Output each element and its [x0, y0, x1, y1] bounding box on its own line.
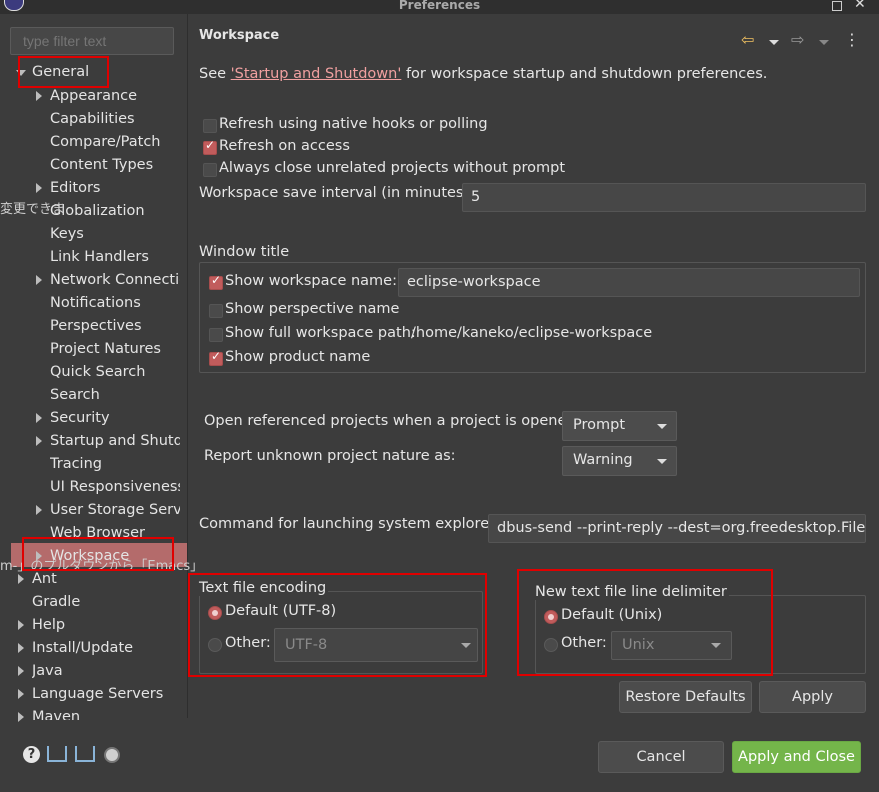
explorer-command-input[interactable]: dbus-send --print-reply --dest=org.freed… — [488, 514, 866, 543]
export-icon[interactable] — [75, 746, 95, 762]
tree-item-general-child[interactable]: Quick Search — [50, 362, 180, 382]
more-menu-icon[interactable]: ⋮ — [844, 30, 860, 49]
intro-text: See 'Startup and Shutdown' for workspace… — [199, 66, 768, 82]
cancel-button[interactable]: Cancel — [598, 741, 724, 773]
expand-right-icon[interactable] — [18, 643, 24, 653]
refresh-native-label: Refresh using native hooks or polling — [219, 116, 488, 132]
tree-item-top-level[interactable]: Maven — [32, 707, 182, 720]
close-unrelated-label: Always close unrelated projects without … — [219, 160, 566, 176]
highlight-box-delimiter — [517, 569, 773, 676]
refresh-access-label: Refresh on access — [219, 138, 350, 154]
filter-input[interactable] — [10, 27, 174, 55]
expand-right-icon[interactable] — [18, 574, 24, 584]
expand-right-icon[interactable] — [36, 436, 42, 446]
window-title-group-label: Window title — [199, 244, 292, 260]
tree-item-general-child[interactable]: Editors — [50, 178, 180, 198]
show-ws-name-label: Show workspace name: — [225, 273, 397, 289]
save-interval-label: Workspace save interval (in minutes): — [199, 185, 475, 201]
close-unrelated-checkbox[interactable] — [203, 163, 217, 177]
show-full-path-label: Show full workspace path: — [225, 325, 416, 341]
expand-right-icon[interactable] — [36, 275, 42, 285]
tree-item-general-child[interactable]: Appearance — [50, 86, 180, 106]
tree-item-general-child[interactable]: Project Natures — [50, 339, 180, 359]
unknown-nature-select[interactable]: Warning — [562, 446, 677, 476]
tree-item-general-child[interactable]: User Storage Servi — [50, 500, 180, 520]
restore-defaults-button[interactable]: Restore Defaults — [619, 681, 752, 713]
tree-item-general-child[interactable]: UI Responsiveness — [50, 477, 180, 497]
expand-right-icon[interactable] — [36, 183, 42, 193]
full-path-value: /home/kaneko/eclipse-workspace — [411, 325, 653, 341]
expand-right-icon[interactable] — [18, 666, 24, 676]
show-perspective-label: Show perspective name — [225, 301, 400, 317]
expand-right-icon[interactable] — [18, 689, 24, 699]
help-icon[interactable]: ? — [23, 746, 40, 763]
refresh-access-checkbox[interactable] — [203, 138, 217, 155]
expand-right-icon[interactable] — [36, 413, 42, 423]
tree-item-general-child[interactable]: Content Types — [50, 155, 180, 175]
expand-right-icon[interactable] — [18, 712, 24, 722]
expand-right-icon[interactable] — [36, 505, 42, 515]
tree-item-general-child[interactable]: Security — [50, 408, 180, 428]
tree-item-general-child[interactable]: Compare/Patch — [50, 132, 180, 152]
tree-item-general-child[interactable]: Globalization — [50, 201, 180, 221]
oomph-icon[interactable] — [104, 747, 120, 763]
chevron-down-icon[interactable] — [769, 40, 779, 45]
show-full-path-checkbox[interactable] — [209, 328, 223, 342]
page-title: Workspace — [199, 28, 280, 43]
tree-item-general-child[interactable]: Tracing — [50, 454, 180, 474]
open-referenced-label: Open referenced projects when a project … — [204, 413, 581, 429]
tree-item-general-child[interactable]: Network Connectio — [50, 270, 180, 290]
show-product-label: Show product name — [225, 349, 371, 365]
show-product-checkbox[interactable] — [209, 349, 223, 366]
back-arrow-icon[interactable]: ⇦ — [741, 30, 754, 49]
close-icon[interactable]: ✕ — [854, 0, 866, 12]
explorer-command-label: Command for launching system explorer: — [199, 516, 500, 532]
show-perspective-checkbox[interactable] — [209, 304, 223, 318]
tree-item-general-child[interactable]: Startup and Shutd — [50, 431, 180, 451]
tree-item-top-level[interactable]: Java — [32, 661, 182, 681]
apply-button[interactable]: Apply — [759, 681, 866, 713]
maximize-icon[interactable] — [832, 1, 842, 11]
tree-item-general-child[interactable]: Perspectives — [50, 316, 180, 336]
startup-shutdown-link[interactable]: 'Startup and Shutdown' — [231, 66, 402, 82]
save-interval-input[interactable]: 5 — [462, 183, 866, 212]
background-text: 変更できま — [0, 202, 66, 217]
tree-item-top-level[interactable]: Gradle — [32, 592, 182, 612]
open-referenced-select[interactable]: Prompt — [562, 411, 677, 441]
highlight-box-encoding — [188, 573, 487, 677]
forward-arrow-icon[interactable]: ⇨ — [791, 30, 804, 49]
tree-item-general-child[interactable]: Link Handlers — [50, 247, 180, 267]
tree-item-general-child[interactable]: Search — [50, 385, 180, 405]
import-icon[interactable] — [47, 746, 67, 762]
tree-item-top-level[interactable]: Help — [32, 615, 182, 635]
tree-item-top-level[interactable]: Install/Update — [32, 638, 182, 658]
highlight-box-workspace — [22, 537, 174, 571]
expand-right-icon[interactable] — [36, 91, 42, 101]
tree-item-general-child[interactable]: Keys — [50, 224, 180, 244]
tree-item-top-level[interactable]: Language Servers — [32, 684, 182, 704]
highlight-box-general — [18, 56, 109, 88]
expand-right-icon[interactable] — [18, 620, 24, 630]
chevron-down-icon[interactable] — [819, 40, 829, 45]
show-ws-name-checkbox[interactable] — [209, 273, 223, 290]
refresh-native-checkbox[interactable] — [203, 119, 217, 133]
window-title: Preferences — [398, 0, 481, 12]
workspace-name-input[interactable]: eclipse-workspace — [398, 268, 860, 297]
apply-and-close-button[interactable]: Apply and Close — [732, 741, 861, 773]
tree-item-general-child[interactable]: Capabilities — [50, 109, 180, 129]
unknown-nature-label: Report unknown project nature as: — [204, 448, 456, 464]
tree-item-general-child[interactable]: Notifications — [50, 293, 180, 313]
